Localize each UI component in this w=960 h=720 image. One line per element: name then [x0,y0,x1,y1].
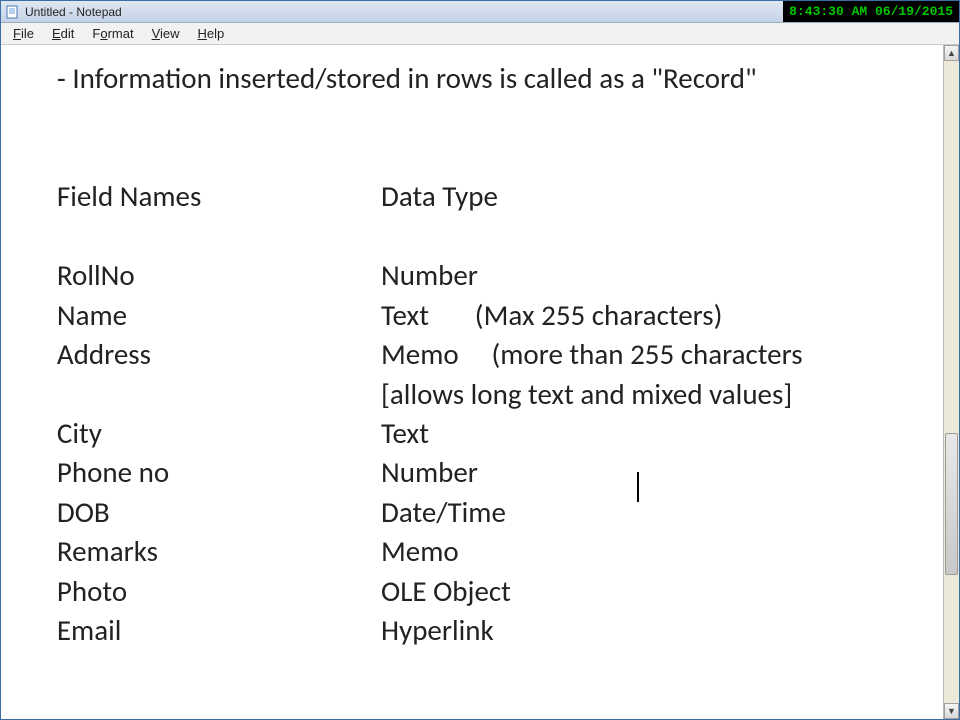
field-name: Remarks [11,532,381,571]
data-type: Date/Time [381,494,506,530]
data-type: Text [381,415,429,451]
data-type: OLE Object [381,573,511,609]
header-type: Data Type [381,178,498,214]
data-type: Memo (more than 255 characters [381,336,803,372]
field-name: Phone no [11,453,381,492]
notepad-window: Untitled - Notepad 8:43:30 AM 06/19/2015… [0,0,960,720]
text-line: - Information inserted/stored in rows is… [11,60,757,96]
titlebar[interactable]: Untitled - Notepad 8:43:30 AM 06/19/2015 [1,1,959,23]
scroll-thumb[interactable] [945,433,958,574]
client-area: - Information inserted/stored in rows is… [1,45,959,719]
clock-overlay: 8:43:30 AM 06/19/2015 [783,1,959,22]
data-type: [allows long text and mixed values] [381,376,792,412]
field-name: Photo [11,572,381,611]
field-name: Address [11,335,381,374]
vertical-scrollbar[interactable]: ▲ ▼ [943,45,959,719]
data-type: Hyperlink [381,612,494,648]
menu-view[interactable]: View [144,24,188,43]
field-name: DOB [11,493,381,532]
scroll-up-button[interactable]: ▲ [944,45,959,61]
menu-help[interactable]: Help [190,24,233,43]
menu-file[interactable]: File [5,24,42,43]
data-type: Memo [381,533,459,569]
scroll-down-button[interactable]: ▼ [944,703,959,719]
menu-edit[interactable]: Edit [44,24,82,43]
field-name: RollNo [11,256,381,295]
menubar: File Edit Format View Help [1,23,959,45]
window-title: Untitled - Notepad [25,5,122,19]
field-name: Email [11,611,381,650]
scroll-track[interactable] [944,61,959,703]
header-field: Field Names [11,177,381,216]
text-cursor [637,472,639,502]
data-type: Number [381,257,478,293]
data-type: Text (Max 255 characters) [381,297,722,333]
menu-format[interactable]: Format [84,24,141,43]
field-name: Name [11,296,381,335]
data-type: Number [381,454,478,490]
field-name: City [11,414,381,453]
notepad-icon [5,4,21,20]
text-editor[interactable]: - Information inserted/stored in rows is… [1,45,943,719]
